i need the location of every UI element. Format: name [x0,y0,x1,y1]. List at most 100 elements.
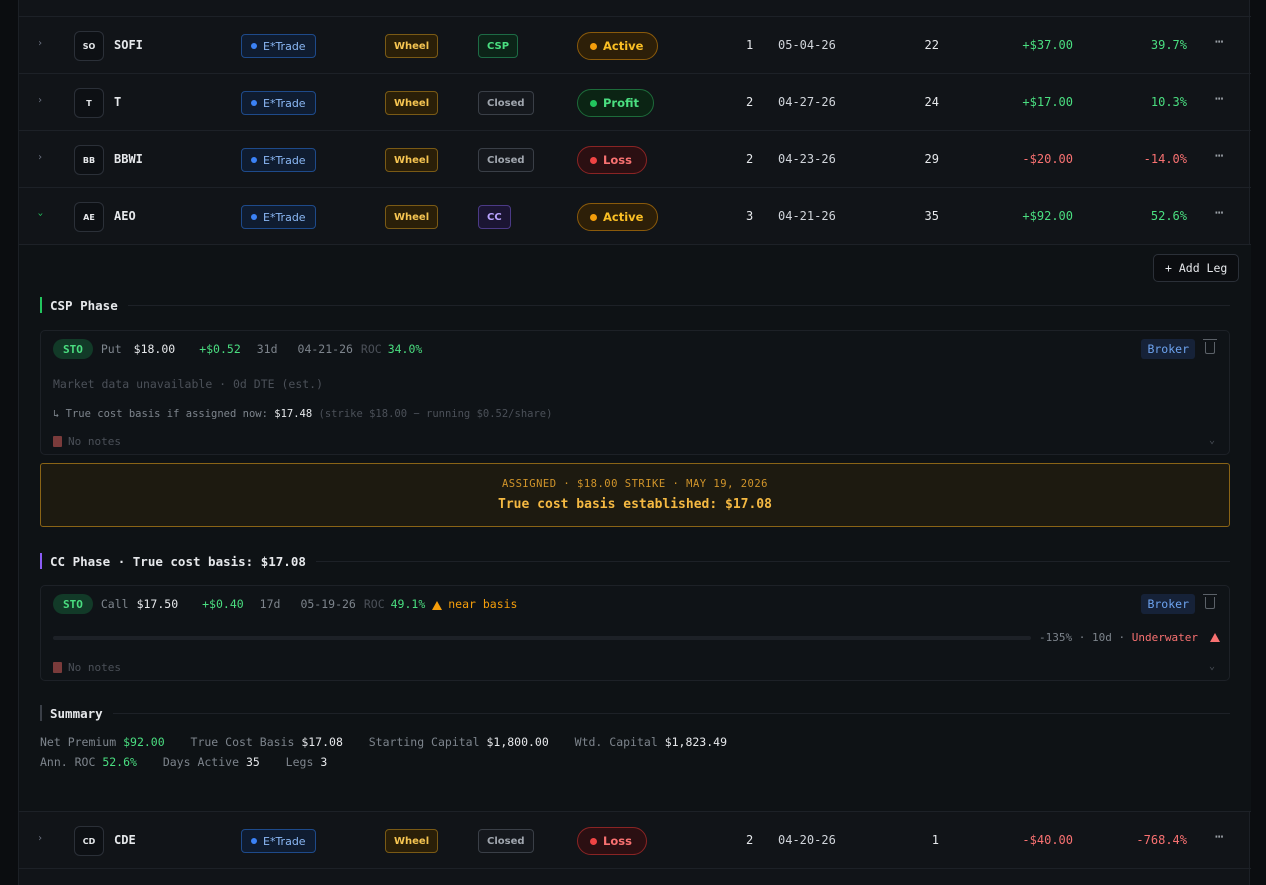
broker-badge: E*Trade [241,91,316,115]
add-leg-button[interactable]: + Add Leg [1153,254,1240,282]
expand-chevron-icon[interactable]: › [37,152,43,163]
summary-line-1: Net Premium $92.00 True Cost Basis $17.0… [40,735,727,749]
more-options-icon[interactable]: ⋯ [1215,34,1224,50]
phase-badge: Closed [478,91,534,115]
status-label: Active [603,39,644,53]
table-row-expanded[interactable]: › AE AEO E*Trade Wheel CC Active 3 04-21… [19,188,1251,245]
true-cost-label: True Cost Basis [190,735,295,749]
leg-date: 05-19-26 [300,597,356,611]
progress-bar [53,636,1031,640]
status-dot-icon [590,42,597,50]
status-badge: Active [577,32,659,60]
table-row-partial [19,0,1251,17]
broker-badge: E*Trade [241,829,316,853]
expand-chevron-icon[interactable]: › [37,833,43,844]
notes-icon [53,436,62,447]
roc-value: 10.3% [1150,95,1187,109]
open-date: 04-23-26 [778,152,836,166]
leg-roc: 34.0% [387,342,423,356]
market-data-status: Market data unavailable · 0d DTE (est.) [53,377,324,391]
leg-action-badge: STO [53,594,93,614]
broker-dot-icon [251,214,257,220]
leg-card-cc: STO Call $17.50 +$0.40 17d 05-19-26 ROC … [40,585,1230,681]
csp-phase-header: CSP Phase [40,297,1230,313]
open-date: 04-20-26 [778,833,836,847]
notes-toggle[interactable]: No notes [53,661,121,674]
summary-header: Summary [40,705,1230,721]
broker-tag[interactable]: Broker [1141,594,1195,614]
notes-toggle[interactable]: No notes [53,435,121,448]
notes-text: No notes [68,435,121,448]
leg-summary: STO Put $18.00 +$0.52 31d 04-21-26 ROC 3… [53,339,422,359]
alert-icon [1209,633,1220,642]
open-date: 04-27-26 [778,95,836,109]
status-label: Loss [603,153,632,167]
ann-roc-value: 52.6% [102,755,137,769]
leg-roc: 49.1% [390,597,426,611]
legs-count: 2 [746,95,754,109]
basis-note: (strike $18.00 − running $0.52/share) [318,408,553,420]
roc-value: 39.7% [1150,38,1187,52]
phase-badge: Closed [478,148,534,172]
cc-phase-header: CC Phase · True cost basis: $17.08 [40,553,1230,569]
positions-panel: › SO SOFI E*Trade Wheel CSP Active 1 05-… [18,0,1251,885]
chevron-down-icon[interactable]: ⌄ [1209,435,1215,446]
divider [112,712,1230,714]
ticker-avatar: SO [74,31,104,61]
more-options-icon[interactable]: ⋯ [1215,205,1224,221]
table-row[interactable]: › T T E*Trade Wheel Closed Profit 2 04-2… [19,74,1251,131]
days-count: 22 [924,38,939,52]
net-premium-label: Net Premium [40,735,117,749]
progress-days: 10d [1092,631,1112,644]
ticker-avatar: AE [74,202,104,232]
expand-chevron-icon[interactable]: › [37,38,43,49]
broker-tag[interactable]: Broker [1141,339,1195,359]
leg-date: 04-21-26 [297,342,353,356]
divider [315,560,1230,562]
more-options-icon[interactable]: ⋯ [1215,91,1224,107]
days-count: 35 [924,209,939,223]
leg-premium: +$0.40 [202,597,244,611]
legs-count: 1 [746,38,754,52]
ticker-symbol: T [114,95,122,109]
true-cost-value: $17.08 [301,735,343,749]
ticker-avatar: CD [74,826,104,856]
broker-label: E*Trade [263,39,306,53]
trash-icon[interactable] [1203,594,1217,609]
summary-title: Summary [50,705,103,721]
broker-dot-icon [251,838,257,844]
collapse-chevron-icon[interactable]: › [35,211,46,217]
phase-badge: Closed [478,829,534,853]
legs-count: 2 [746,152,754,166]
phase-badge: CC [478,205,511,229]
starting-capital-value: $1,800.00 [486,735,549,749]
broker-badge: E*Trade [241,205,316,229]
legs-count: 3 [746,209,754,223]
phase-accent-bar [40,553,42,569]
table-row[interactable]: › CD CDE E*Trade Wheel Closed Loss 2 04-… [19,812,1251,869]
progress-readout: -135% · 10d · Underwater [1039,631,1220,644]
leg-strike: $18.00 [133,342,176,356]
phase-accent-bar [40,297,42,313]
strategy-badge: Wheel [385,205,439,229]
wtd-capital-label: Wtd. Capital [574,735,658,749]
more-options-icon[interactable]: ⋯ [1215,829,1224,845]
divider [127,304,1230,306]
legs-value: 3 [320,755,328,769]
expand-chevron-icon[interactable]: › [37,95,43,106]
chevron-down-icon[interactable]: ⌄ [1209,661,1215,672]
more-options-icon[interactable]: ⋯ [1215,148,1224,164]
leg-card-csp: STO Put $18.00 +$0.52 31d 04-21-26 ROC 3… [40,330,1230,455]
legs-label: Legs [285,755,314,769]
trash-icon[interactable] [1203,339,1217,354]
table-row[interactable]: › SO SOFI E*Trade Wheel CSP Active 1 05-… [19,17,1251,74]
position-detail: + Add Leg CSP Phase STO Put $18.00 +$0.5… [19,245,1251,812]
notes-icon [53,662,62,673]
broker-badge: E*Trade [241,34,316,58]
days-count: 1 [931,833,939,847]
roc-value: -768.4% [1136,833,1187,847]
broker-dot-icon [251,43,257,49]
table-row[interactable]: › BB BBWI E*Trade Wheel Closed Loss 2 04… [19,131,1251,188]
open-date: 05-04-26 [778,38,836,52]
status-label: Loss [603,834,632,848]
